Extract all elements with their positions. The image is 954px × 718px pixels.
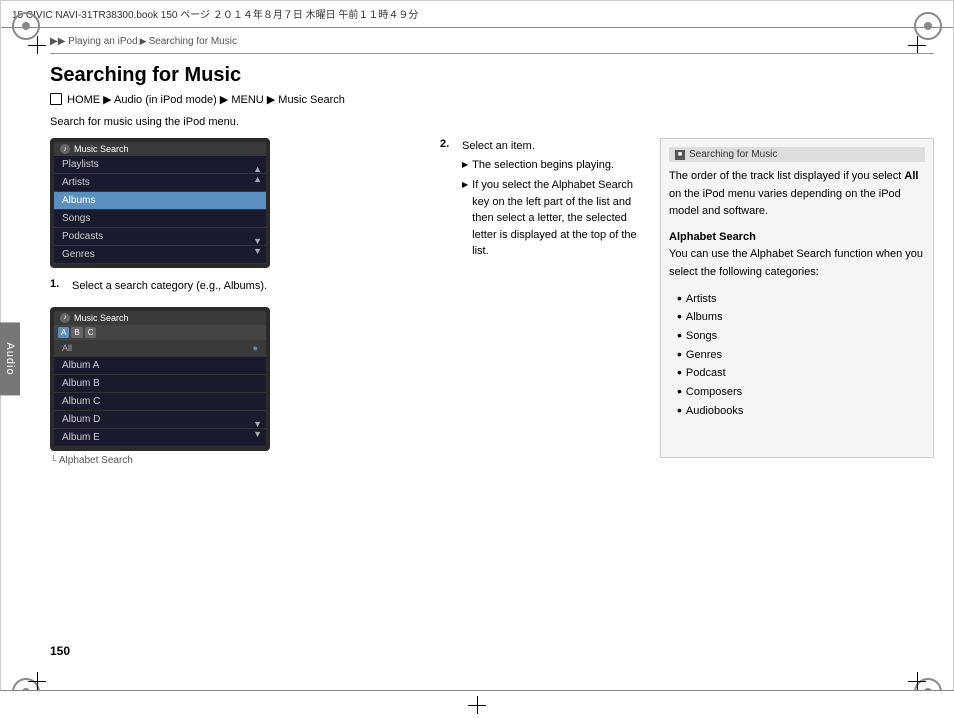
screen-mockup-1: ♪ Music Search Playlists Artists Albums …: [50, 138, 270, 268]
step-1-number: 1.: [50, 278, 66, 290]
bullet-item-albums: • Albums: [677, 308, 925, 327]
bottom-center-crosshair: [0, 691, 954, 718]
bullet-dot-songs: •: [677, 327, 682, 344]
bullet-text-composers: Composers: [686, 383, 742, 402]
bullet-text-songs: Songs: [686, 327, 717, 346]
screen1-item-playlists: Playlists: [54, 156, 266, 174]
bullet-dot-composers: •: [677, 383, 682, 400]
two-column-layout: ♪ Music Search Playlists Artists Albums …: [50, 138, 934, 466]
bottom-bar: [0, 690, 954, 718]
screen2-list-inner: All ● Album A Album B Album C Album D Al…: [54, 340, 266, 447]
right-panel-title: ■ Searching for Music: [669, 147, 925, 162]
step-2-sub-2: ▶ If you select the Alphabet Search key …: [462, 177, 640, 260]
screen1-item-podcasts: Podcasts: [54, 228, 266, 246]
scroll-down-icon: ▼▼: [253, 236, 262, 256]
right-panel: ■ Searching for Music The order of the t…: [660, 138, 934, 458]
screen1-header: ♪ Music Search: [54, 142, 266, 156]
bullet-dot-genres: •: [677, 346, 682, 363]
screen2-header-icon: ♪: [60, 313, 70, 323]
step-1-row: 1. Select a search category (e.g., Album…: [50, 278, 420, 295]
screen1-item-artists: Artists: [54, 174, 266, 192]
screen1-item-songs: Songs: [54, 210, 266, 228]
alpha-btn-b[interactable]: B: [71, 327, 82, 338]
alphabet-search-desc: You can use the Alphabet Search function…: [669, 246, 925, 281]
page-title: Searching for Music: [50, 64, 934, 87]
alpha-caption-text: Alphabet Search: [59, 455, 133, 466]
screen1-item-albums: Albums: [54, 192, 266, 210]
bullet-item-genres: • Genres: [677, 346, 925, 365]
step-2-block: 2. Select an item. ▶ The selection begin…: [440, 138, 640, 260]
bullet-dot-albums: •: [677, 308, 682, 325]
screen2-item-albumA: Album A: [54, 357, 266, 375]
breadcrumb-arrow: ▶: [140, 36, 147, 47]
alpha-btn-a[interactable]: A: [58, 327, 69, 338]
arrow-icon-1: ▶: [462, 159, 468, 171]
screen2-item-albumB: Album B: [54, 375, 266, 393]
step-2-number: 2.: [440, 138, 456, 150]
alpha-btn-c[interactable]: C: [85, 327, 97, 338]
screen1-header-text: Music Search: [74, 144, 129, 154]
screen2-item-all: All ●: [54, 340, 266, 357]
bullet-text-artists: Artists: [686, 290, 717, 309]
bullet-text-albums: Albums: [686, 308, 723, 327]
breadcrumb-part1: ▶▶ Playing an iPod: [50, 36, 138, 47]
bullet-text-genres: Genres: [686, 346, 722, 365]
screen-mockup-2: ♪ Music Search A B C All ● Album A: [50, 307, 270, 451]
bullet-dot-artists: •: [677, 290, 682, 307]
breadcrumb-part2: Searching for Music: [149, 36, 237, 47]
bullet-dot-audiobooks: •: [677, 402, 682, 419]
right-panel-para1-text: The order of the track list displayed if…: [669, 170, 918, 217]
screen1-item-genres: Genres: [54, 246, 266, 264]
step-2-sub-text-1: The selection begins playing.: [472, 157, 614, 174]
screen2-header: ♪ Music Search: [54, 311, 266, 325]
left-column: ♪ Music Search Playlists Artists Albums …: [50, 138, 420, 466]
alphabet-search-block: Alphabet Search You can use the Alphabet…: [669, 229, 925, 282]
home-icon: [50, 93, 62, 105]
bullet-text-audiobooks: Audiobooks: [686, 402, 744, 421]
screen1-header-icon: ♪: [60, 144, 70, 154]
step-2-sub-text-2: If you select the Alphabet Search key on…: [472, 177, 640, 260]
alphabet-search-title: Alphabet Search: [669, 229, 925, 247]
alpha-bar: A B C: [54, 325, 266, 340]
right-panel-icon: ■: [675, 150, 685, 160]
right-panel-para1: The order of the track list displayed if…: [669, 168, 925, 221]
nav-line: HOME ▶ Audio (in iPod mode) ▶ MENU ▶ Mus…: [50, 93, 934, 106]
bullet-list: • Artists • Albums • Songs • Genres •: [677, 290, 925, 421]
bullet-item-audiobooks: • Audiobooks: [677, 402, 925, 421]
divider: [50, 53, 934, 54]
bullet-item-composers: • Composers: [677, 383, 925, 402]
bullet-text-podcast: Podcast: [686, 364, 726, 383]
step-2-sub: ▶ The selection begins playing. ▶ If you…: [440, 157, 640, 260]
scroll-up-icon: ▲▲: [253, 164, 262, 184]
step-1-text: Select a search category (e.g., Albums).: [72, 278, 267, 295]
screen2-item-albumE: Album E: [54, 429, 266, 447]
scroll-down-icon-2: ▼▼: [253, 419, 262, 439]
page-number: 150: [50, 644, 70, 658]
screen2-all-text: All: [62, 343, 72, 353]
step-2-sub-1: ▶ The selection begins playing.: [462, 157, 640, 174]
screen2-header-text: Music Search: [74, 313, 129, 323]
breadcrumb: ▶▶ Playing an iPod ▶ Searching for Music: [50, 36, 934, 47]
bold-all: All: [904, 170, 918, 182]
bullet-item-podcast: • Podcast: [677, 364, 925, 383]
screen2-tab-indicator: ●: [253, 343, 258, 353]
screen2-list: All ● Album A Album B Album C Album D Al…: [54, 340, 266, 447]
screen2-item-albumC: Album C: [54, 393, 266, 411]
alpha-caption: └ Alphabet Search: [50, 455, 420, 466]
bullet-item-artists: • Artists: [677, 290, 925, 309]
main-content: ▶▶ Playing an iPod ▶ Searching for Music…: [0, 28, 954, 690]
step-1-block: 1. Select a search category (e.g., Album…: [50, 278, 420, 295]
bullet-item-songs: • Songs: [677, 327, 925, 346]
screen1-list: Playlists Artists Albums Songs Podcasts …: [54, 156, 266, 264]
description-text: Search for music using the iPod menu.: [50, 116, 934, 128]
screen1-list-inner: Playlists Artists Albums Songs Podcasts …: [54, 156, 266, 264]
step-2-column: 2. Select an item. ▶ The selection begin…: [440, 138, 640, 272]
screen2-item-albumD: Album D: [54, 411, 266, 429]
step-2-row: 2. Select an item.: [440, 138, 640, 155]
bullet-dot-podcast: •: [677, 364, 682, 381]
right-panel-title-text: Searching for Music: [689, 149, 777, 160]
step-2-text: Select an item.: [462, 138, 535, 155]
nav-line-text: HOME ▶ Audio (in iPod mode) ▶ MENU ▶ Mus…: [67, 94, 345, 106]
arrow-icon-2: ▶: [462, 179, 468, 191]
